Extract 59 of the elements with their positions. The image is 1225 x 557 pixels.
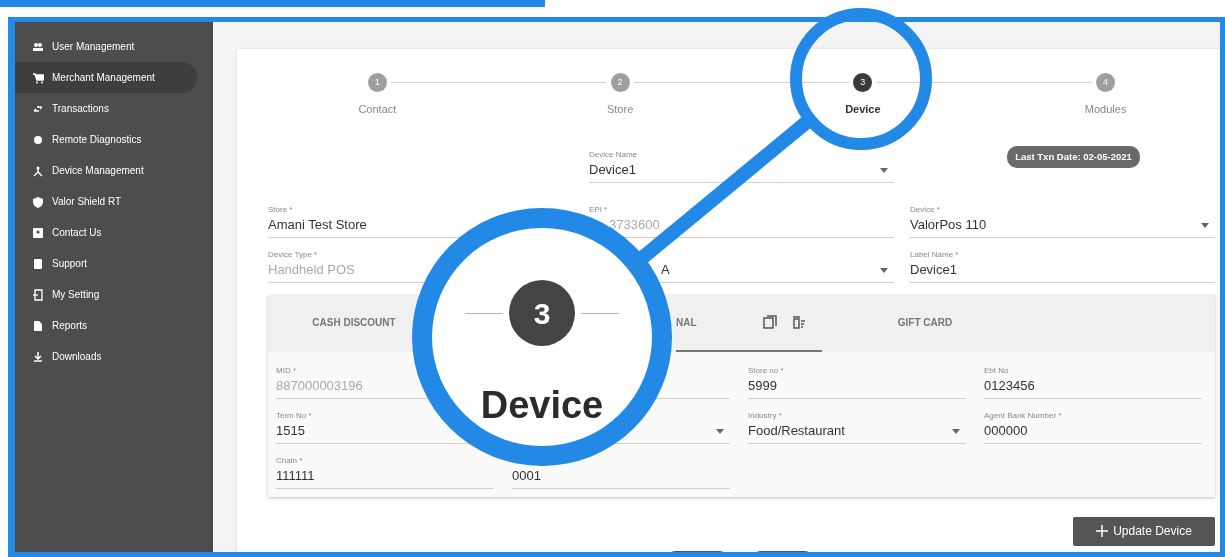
sidebar-item[interactable]: Reports (15, 310, 197, 341)
field-label: Device Type * (268, 249, 318, 259)
sidebar-item[interactable]: Valor Shield RT (15, 186, 197, 217)
tab[interactable]: CASH DISCOUNT (298, 294, 410, 352)
sidebar-item[interactable]: Contact Us (15, 217, 197, 248)
step-circle[interactable]: 3 (853, 73, 873, 92)
field-label: Label Name * (910, 249, 959, 259)
field-label: Industry * (748, 410, 782, 420)
sidebar-item[interactable]: Downloads (15, 341, 197, 372)
step-label[interactable]: Modules (1084, 101, 1127, 118)
field-value[interactable]: 5999 (748, 379, 777, 394)
sidebar-item[interactable]: Support (15, 248, 197, 279)
sidebar-item[interactable]: My Setting (15, 279, 197, 310)
field-label: EPI * (589, 204, 608, 214)
sidebar-item[interactable]: Device Management (15, 155, 197, 186)
sidebar-item[interactable]: User Management (15, 31, 197, 62)
contact-card-icon (32, 226, 44, 239)
field-value[interactable]: Device1 (910, 263, 957, 278)
sidebar-item[interactable]: Merchant Management (15, 62, 197, 93)
step-label[interactable]: Device (845, 101, 881, 118)
date-badge: Last Txn Date: 02-05-2021 (1007, 145, 1140, 169)
field-value[interactable]: A (661, 263, 670, 278)
field-value[interactable]: 1515 (276, 424, 305, 439)
delete-filter-icon[interactable] (791, 315, 806, 329)
shield-icon (32, 195, 44, 208)
field-value[interactable]: ValorPos 110 (910, 218, 987, 233)
field-value[interactable]: 111111 (276, 469, 315, 484)
field-label: MID * (276, 365, 296, 375)
download-icon (32, 350, 44, 363)
document-icon (32, 319, 44, 332)
step-label[interactable]: Contact (358, 101, 397, 118)
step-number: 3 (509, 280, 575, 346)
field-value[interactable]: Food/Restaurant (748, 424, 845, 439)
field-label: Device * (910, 204, 940, 214)
field-value[interactable]: 0123456 (984, 379, 1035, 394)
door-icon (32, 288, 44, 301)
field-value[interactable]: Amani Test Store (268, 218, 367, 233)
step-label[interactable]: Store (606, 101, 634, 118)
field-label: Term No * (276, 410, 312, 420)
field-value[interactable]: Device1 (589, 163, 636, 178)
field-label: Agent Bank Number * (984, 410, 1062, 420)
field-label: Store no * (748, 365, 784, 375)
update-device-button[interactable]: Update Device (1073, 516, 1215, 546)
field-label: Chain * (276, 455, 303, 465)
field-label: Device Name (589, 149, 637, 159)
field-label: Store * (268, 204, 293, 214)
step-label: Device (480, 386, 604, 424)
tab[interactable]: GIFT CARD (822, 294, 1028, 352)
sidebar-item[interactable]: Remote Diagnostics (15, 124, 197, 155)
plus-icon (1096, 525, 1109, 537)
field-value[interactable]: 0001 (512, 469, 541, 484)
network-icon (32, 164, 44, 177)
field-label: Ebt No (984, 365, 1009, 375)
sidebar-item[interactable]: Transactions (15, 93, 197, 124)
cart-icon (32, 71, 44, 84)
tab[interactable]: NAL (676, 294, 822, 352)
copy-icon[interactable] (762, 315, 777, 329)
field-value[interactable]: 000000 (984, 424, 1028, 439)
people-icon (32, 40, 44, 53)
